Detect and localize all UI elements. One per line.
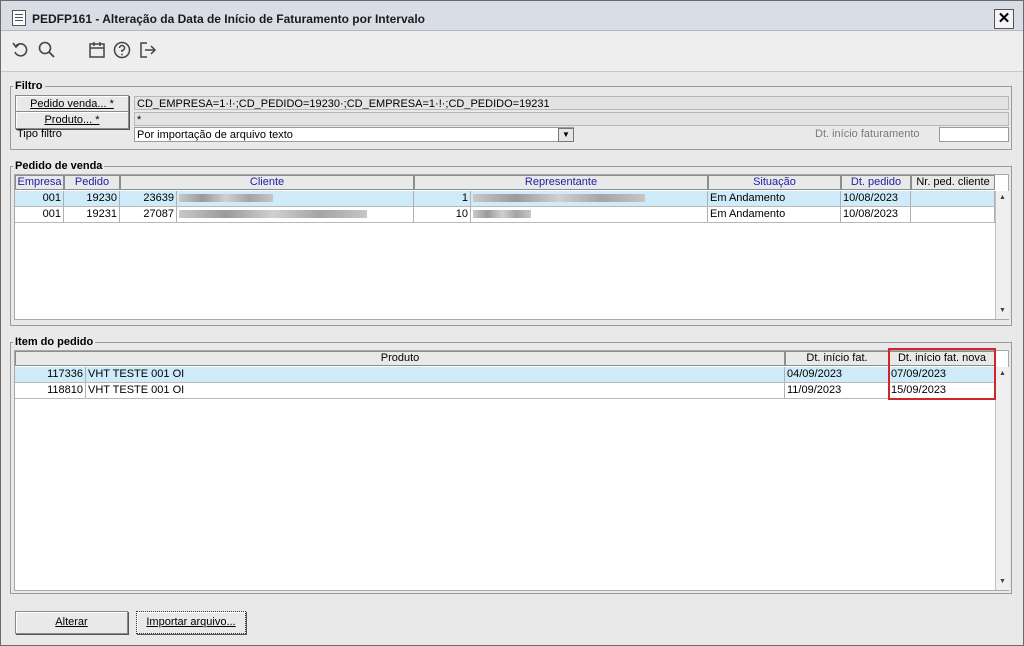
col-pedido[interactable]: Pedido (64, 175, 120, 190)
item-pedido-scrollbar[interactable]: ▲ ▼ (995, 367, 1009, 590)
scroll-down-icon[interactable]: ▼ (996, 575, 1009, 589)
cell-situacao: Em Andamento (708, 207, 841, 222)
filtro-legend: Filtro (15, 80, 43, 92)
cell-empresa: 001 (15, 207, 64, 222)
col-dt-inicio-fat[interactable]: Dt. início fat. (785, 351, 889, 366)
cell-empresa: 001 (15, 191, 64, 206)
cell-dt-pedido: 10/08/2023 (841, 207, 911, 222)
alterar-button[interactable]: Alterar (15, 611, 128, 634)
alterar-button-label: Alterar (55, 616, 88, 628)
cell-produto-cod: 117336 (15, 367, 86, 382)
produto-button-label: Produto... * (44, 114, 100, 126)
col-produto[interactable]: Produto (15, 351, 785, 366)
pedido-venda-button-label: Pedido venda... * (30, 98, 114, 110)
help-icon[interactable] (112, 40, 132, 60)
cell-dt-inicio: 04/09/2023 (785, 367, 889, 382)
col-nr-ped-cliente[interactable]: Nr. ped. cliente (911, 175, 995, 190)
cell-rep-nome (471, 191, 708, 206)
scroll-up-icon[interactable]: ▲ (996, 367, 1009, 381)
pedido-venda-legend: Pedido de venda (15, 160, 103, 172)
cell-rep-cod: 10 (414, 207, 471, 222)
toolbar (1, 31, 1023, 72)
redacted-text (473, 210, 531, 219)
title-bar: PEDFP161 - Alteração da Data de Início d… (1, 1, 1023, 31)
col-empresa[interactable]: Empresa (15, 175, 64, 190)
close-button[interactable]: ✕ (994, 9, 1014, 29)
chevron-down-icon[interactable]: ▼ (558, 128, 574, 142)
tipo-filtro-select[interactable]: Por importação de arquivo texto (134, 127, 574, 142)
table-row[interactable]: 118810 VHT TESTE 001 OI 11/09/2023 15/09… (15, 383, 995, 399)
cell-nr-ped (911, 191, 995, 206)
cell-rep-nome (471, 207, 708, 222)
cell-cliente-cod: 27087 (120, 207, 177, 222)
cell-cliente-nome (177, 207, 414, 222)
highlight-annotation (888, 348, 996, 400)
pedido-venda-scrollbar[interactable]: ▲ ▼ (995, 191, 1009, 319)
table-row[interactable]: 001 19231 27087 10 Em Andamento 10/08/20… (15, 207, 995, 223)
redacted-text (179, 194, 273, 203)
cell-cliente-cod: 23639 (120, 191, 177, 206)
col-situacao[interactable]: Situação (708, 175, 841, 190)
produto-field[interactable]: * (134, 112, 1009, 126)
cell-produto-nome: VHT TESTE 001 OI (86, 367, 785, 382)
calendar-icon[interactable] (87, 40, 107, 60)
cell-dt-pedido: 10/08/2023 (841, 191, 911, 206)
scroll-down-icon[interactable]: ▼ (996, 304, 1009, 318)
cell-produto-nome: VHT TESTE 001 OI (86, 383, 785, 398)
main-window: PEDFP161 - Alteração da Data de Início d… (0, 0, 1024, 646)
dt-inicio-faturamento-label: Dt. início faturamento (815, 128, 920, 140)
tipo-filtro-label: Tipo filtro (17, 128, 62, 140)
cell-pedido: 19231 (64, 207, 120, 222)
document-icon (12, 10, 26, 26)
col-dt-pedido[interactable]: Dt. pedido (841, 175, 911, 190)
cell-cliente-nome (177, 191, 414, 206)
importar-arquivo-button[interactable]: Importar arquivo... (136, 611, 246, 634)
pedido-venda-field[interactable]: CD_EMPRESA=1·!·;CD_PEDIDO=19230·;CD_EMPR… (134, 96, 1009, 110)
item-pedido-legend: Item do pedido (15, 336, 94, 348)
cell-pedido: 19230 (64, 191, 120, 206)
col-cliente[interactable]: Cliente (120, 175, 414, 190)
search-icon[interactable] (37, 40, 57, 60)
table-row[interactable]: 117336 VHT TESTE 001 OI 04/09/2023 07/09… (15, 367, 995, 383)
redacted-text (473, 194, 645, 203)
cell-nr-ped (911, 207, 995, 222)
dt-inicio-faturamento-input[interactable] (939, 127, 1009, 142)
cell-situacao: Em Andamento (708, 191, 841, 206)
undo-icon[interactable] (11, 40, 31, 60)
scroll-up-icon[interactable]: ▲ (996, 191, 1009, 205)
table-row[interactable]: 001 19230 23639 1 Em Andamento 10/08/202… (15, 191, 995, 207)
cell-dt-inicio: 11/09/2023 (785, 383, 889, 398)
redacted-text (179, 210, 367, 219)
cell-produto-cod: 118810 (15, 383, 86, 398)
col-representante[interactable]: Representante (414, 175, 708, 190)
produto-button[interactable]: Produto... * (15, 111, 129, 129)
window-title: PEDFP161 - Alteração da Data de Início d… (32, 12, 425, 26)
exit-icon[interactable] (138, 40, 158, 60)
importar-arquivo-button-label: Importar arquivo... (146, 616, 236, 628)
cell-rep-cod: 1 (414, 191, 471, 206)
